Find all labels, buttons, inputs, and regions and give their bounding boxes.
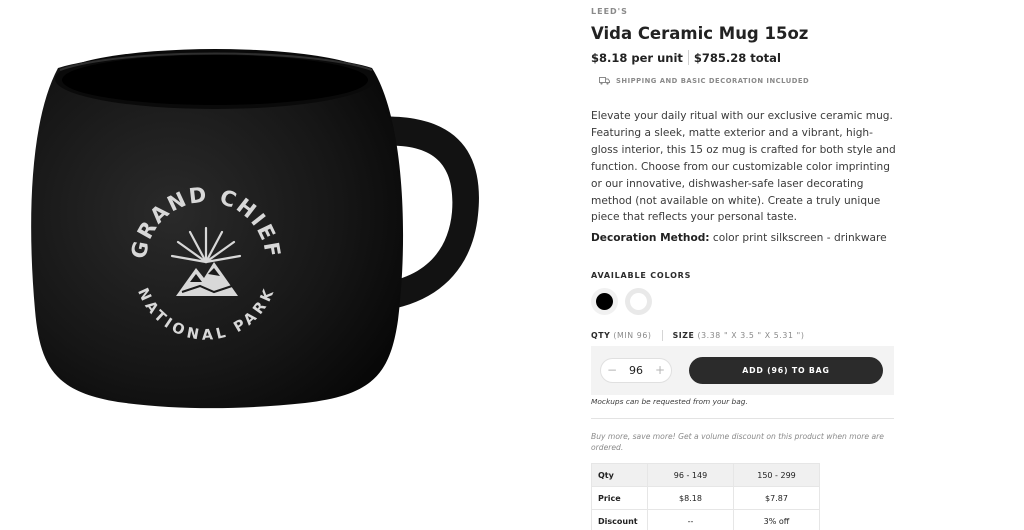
table-cell: Discount [591,509,648,530]
total-price: $785.28 total [693,50,781,65]
qty-size-divider [661,330,663,341]
available-colors-label: AVAILABLE COLORS [591,271,692,280]
price-divider [687,50,689,65]
table-cell: 3% off [733,509,820,530]
color-swatch-white[interactable] [625,288,652,315]
truck-icon [599,77,610,85]
decoration-method: Decoration Method: color print silkscree… [591,232,887,244]
shipping-note: SHIPPING AND BASIC DECORATION INCLUDED [599,77,809,85]
size-value: (3.38 " X 3.5 " X 5.31 ") [697,331,805,340]
add-to-bag-panel: − 96 + ADD (96) TO BAG [591,346,894,395]
product-image: GRAND CHIEF NATIONAL PARK [0,0,560,530]
mug-image: GRAND CHIEF NATIONAL PARK [31,49,479,409]
decoration-label: Decoration Method: [591,232,710,244]
table-cell: Qty [591,463,648,487]
qty-size-row: QTY (MIN 96) SIZE (3.38 " X 3.5 " X 5.31… [591,330,804,341]
price-row: $8.18 per unit $785.28 total [591,50,781,65]
table-row: Discount -- 3% off [591,509,820,530]
decrease-qty-button[interactable]: − [602,359,622,382]
product-description: Elevate your daily ritual with our exclu… [591,110,896,224]
table-row: Price $8.18 $7.87 [591,486,820,510]
product-title: Vida Ceramic Mug 15oz [591,24,809,43]
table-cell: -- [647,509,734,530]
table-cell: $8.18 [647,486,734,510]
volume-discount-note: Buy more, save more! Get a volume discou… [591,432,884,452]
table-cell: 150 - 299 [733,463,820,487]
unit-price: $8.18 per unit [591,50,683,65]
divider [591,418,894,419]
quantity-stepper: − 96 + [600,358,672,383]
increase-qty-button[interactable]: + [650,359,670,382]
size-label: SIZE [672,331,695,340]
table-cell: Price [591,486,648,510]
add-to-bag-button[interactable]: ADD (96) TO BAG [689,357,883,384]
color-swatch-black[interactable] [591,288,618,315]
volume-price-table: Qty 96 - 149 150 - 299 Price $8.18 $7.87… [591,463,820,530]
brand-name: LEED'S [591,7,628,16]
qty-min: (MIN 96) [613,331,652,340]
table-cell: 96 - 149 [647,463,734,487]
table-cell: $7.87 [733,486,820,510]
quantity-input[interactable]: 96 [621,359,651,382]
qty-label: QTY [591,331,611,340]
shipping-text: SHIPPING AND BASIC DECORATION INCLUDED [616,77,810,85]
mockup-note: Mockups can be requested from your bag. [591,397,748,406]
decoration-value: color print silkscreen - drinkware [709,232,887,244]
table-row: Qty 96 - 149 150 - 299 [591,463,820,487]
